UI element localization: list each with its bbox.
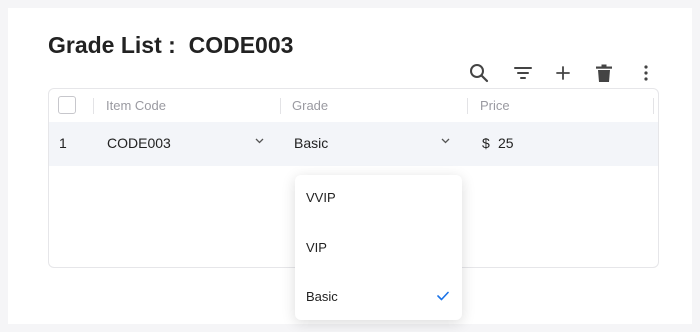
grid-header: Item Code Grade Price [49, 89, 658, 122]
delete-button[interactable] [591, 60, 617, 86]
grade-dropdown-menu: VVIP VIP Basic [295, 175, 462, 320]
search-button[interactable] [466, 60, 492, 86]
toolbar [458, 60, 658, 86]
dropdown-option-label: VIP [306, 240, 327, 255]
dropdown-option-vip[interactable]: VIP [295, 233, 462, 263]
grade-list-panel: Grade List : CODE003 Item Code Grade Pri… [8, 8, 692, 324]
column-divider [280, 98, 281, 114]
item-code-select[interactable]: CODE003 [107, 135, 171, 151]
chevron-down-icon[interactable] [255, 138, 264, 144]
trash-icon [596, 64, 612, 82]
chevron-down-icon[interactable] [441, 138, 450, 144]
column-divider [93, 98, 94, 114]
checkmark-icon [437, 291, 449, 301]
page-title: Grade List : CODE003 [48, 32, 294, 58]
filter-button[interactable] [510, 60, 536, 86]
grade-select[interactable]: Basic [294, 135, 328, 151]
dropdown-option-label: Basic [306, 289, 338, 304]
select-all-checkbox[interactable] [58, 96, 76, 114]
filter-icon [514, 67, 532, 79]
column-header-item-code[interactable]: Item Code [106, 98, 166, 113]
column-header-price[interactable]: Price [480, 98, 510, 113]
column-header-grade[interactable]: Grade [292, 98, 328, 113]
more-vertical-icon [644, 65, 648, 81]
dropdown-option-basic[interactable]: Basic [295, 282, 462, 312]
row-index: 1 [59, 135, 67, 151]
plus-icon [556, 66, 570, 80]
price-value[interactable]: 25 [498, 135, 514, 151]
dropdown-option-label: VVIP [306, 190, 336, 205]
search-icon [470, 64, 489, 83]
table-row[interactable]: 1 CODE003 Basic $ 25 [49, 122, 658, 166]
dropdown-option-vvip[interactable]: VVIP [295, 183, 462, 213]
column-divider [467, 98, 468, 114]
add-button[interactable] [550, 60, 576, 86]
more-button[interactable] [633, 60, 659, 86]
column-divider [653, 98, 654, 114]
currency-symbol: $ [482, 135, 490, 151]
